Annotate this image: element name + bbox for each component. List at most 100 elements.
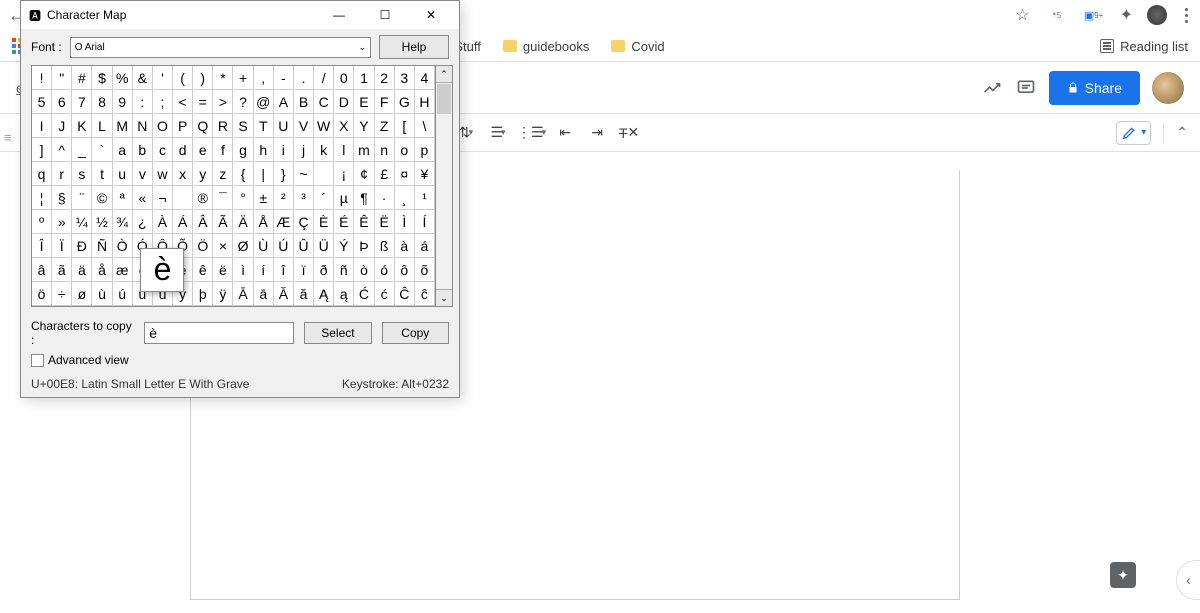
char-cell[interactable]: % — [113, 66, 133, 90]
char-cell[interactable]: { — [233, 162, 253, 186]
char-cell[interactable]: Y — [354, 114, 374, 138]
char-cell[interactable]: ² — [274, 186, 294, 210]
char-cell[interactable]: £ — [375, 162, 395, 186]
char-cell[interactable]: 4 — [415, 66, 435, 90]
char-cell[interactable] — [314, 162, 334, 186]
char-cell[interactable]: ¢ — [354, 162, 374, 186]
char-cell[interactable]: s — [72, 162, 92, 186]
extensions-icon[interactable]: ✦ — [1120, 5, 1133, 25]
bulleted-list-button[interactable]: ⋮☰ — [517, 120, 546, 146]
char-cell[interactable]: ¬ — [153, 186, 173, 210]
char-cell[interactable]: ô — [395, 258, 415, 282]
char-cell[interactable]: } — [274, 162, 294, 186]
char-cell[interactable]: 8 — [92, 90, 112, 114]
reading-list[interactable]: Reading list — [1100, 39, 1188, 54]
char-cell[interactable]: k — [314, 138, 334, 162]
comments-icon[interactable] — [1015, 77, 1037, 99]
char-cell[interactable]: ~ — [294, 162, 314, 186]
minimize-button[interactable]: — — [319, 2, 359, 28]
char-cell[interactable]: Ï — [52, 234, 72, 258]
char-cell[interactable]: ] — [32, 138, 52, 162]
char-cell[interactable]: ! — [32, 66, 52, 90]
char-cell[interactable]: < — [173, 90, 193, 114]
char-cell[interactable]: v — [133, 162, 153, 186]
char-cell[interactable]: = — [193, 90, 213, 114]
char-cell[interactable]: H — [415, 90, 435, 114]
char-cell[interactable]: E — [354, 90, 374, 114]
char-cell[interactable]: m — [354, 138, 374, 162]
char-cell[interactable]: 2 — [375, 66, 395, 90]
char-cell[interactable]: ¼ — [72, 210, 92, 234]
char-cell[interactable]: ¦ — [32, 186, 52, 210]
char-cell[interactable]: ( — [173, 66, 193, 90]
char-cell[interactable]: b — [133, 138, 153, 162]
char-cell[interactable]: Ò — [113, 234, 133, 258]
char-cell[interactable]: ; — [153, 90, 173, 114]
char-cell[interactable]: ´ — [314, 186, 334, 210]
char-cell[interactable]: P — [173, 114, 193, 138]
char-cell[interactable]: d — [173, 138, 193, 162]
close-button[interactable]: ✕ — [411, 2, 451, 28]
char-cell[interactable]: § — [52, 186, 72, 210]
bookmark-item[interactable]: Covid — [611, 38, 664, 54]
char-cell[interactable]: 7 — [72, 90, 92, 114]
char-cell[interactable]: ° — [233, 186, 253, 210]
char-cell[interactable]: R — [213, 114, 233, 138]
char-cell[interactable]: & — [133, 66, 153, 90]
char-cell[interactable]: > — [213, 90, 233, 114]
char-cell[interactable]: þ — [193, 282, 213, 306]
char-cell[interactable]: L — [92, 114, 112, 138]
char-cell[interactable]: É — [334, 210, 354, 234]
char-cell[interactable]: G — [395, 90, 415, 114]
char-cell[interactable]: 5 — [32, 90, 52, 114]
char-cell[interactable]: : — [133, 90, 153, 114]
chrome-menu-icon[interactable] — [1181, 4, 1192, 27]
scroll-down-button[interactable]: ⌄ — [436, 289, 452, 306]
profile-avatar-small[interactable] — [1147, 5, 1167, 25]
char-cell[interactable]: W — [314, 114, 334, 138]
char-cell[interactable]: | — [254, 162, 274, 186]
char-cell[interactable]: D — [334, 90, 354, 114]
char-cell[interactable]: è — [153, 258, 173, 282]
char-cell[interactable]: x — [173, 162, 193, 186]
characters-to-copy-input[interactable] — [144, 322, 294, 344]
decrease-indent-button[interactable]: ⇤ — [552, 120, 578, 146]
char-cell[interactable]: Þ — [354, 234, 374, 258]
char-cell[interactable]: ) — [193, 66, 213, 90]
char-cell[interactable]: y — [193, 162, 213, 186]
char-cell[interactable]: ½ — [92, 210, 112, 234]
char-cell[interactable]: ë — [213, 258, 233, 282]
char-cell[interactable]: Ā — [233, 282, 253, 306]
char-cell[interactable]: ÷ — [52, 282, 72, 306]
copy-button[interactable]: Copy — [382, 322, 449, 344]
charmap-titlebar[interactable]: 🅰 Character Map — ☐ ✕ — [21, 1, 459, 29]
char-cell[interactable]: Z — [375, 114, 395, 138]
char-cell[interactable]: Ã — [213, 210, 233, 234]
char-cell[interactable]: O — [153, 114, 173, 138]
maximize-button[interactable]: ☐ — [365, 2, 405, 28]
char-cell[interactable]: I — [32, 114, 52, 138]
char-cell[interactable]: å — [92, 258, 112, 282]
char-cell[interactable]: Á — [173, 210, 193, 234]
char-cell[interactable]: 3 — [395, 66, 415, 90]
char-cell[interactable]: B — [294, 90, 314, 114]
bookmark-star-icon[interactable]: ☆ — [1015, 5, 1029, 25]
char-cell[interactable]: [ — [395, 114, 415, 138]
editing-mode-button[interactable]: ▾ — [1116, 121, 1151, 145]
char-cell[interactable]: , — [254, 66, 274, 90]
char-cell[interactable]: ? — [233, 90, 253, 114]
char-cell[interactable]: Ö — [193, 234, 213, 258]
char-cell[interactable]: . — [294, 66, 314, 90]
char-cell[interactable]: ¡ — [334, 162, 354, 186]
char-cell[interactable]: ® — [193, 186, 213, 210]
char-cell[interactable]: r — [52, 162, 72, 186]
help-button[interactable]: Help — [379, 35, 449, 59]
char-cell[interactable]: Ă — [274, 282, 294, 306]
char-cell[interactable]: S — [233, 114, 253, 138]
char-cell[interactable]: - — [274, 66, 294, 90]
char-cell[interactable]: p — [415, 138, 435, 162]
char-cell[interactable]: ± — [254, 186, 274, 210]
char-cell[interactable]: / — [314, 66, 334, 90]
char-cell[interactable]: Ð — [72, 234, 92, 258]
char-cell[interactable]: f — [213, 138, 233, 162]
